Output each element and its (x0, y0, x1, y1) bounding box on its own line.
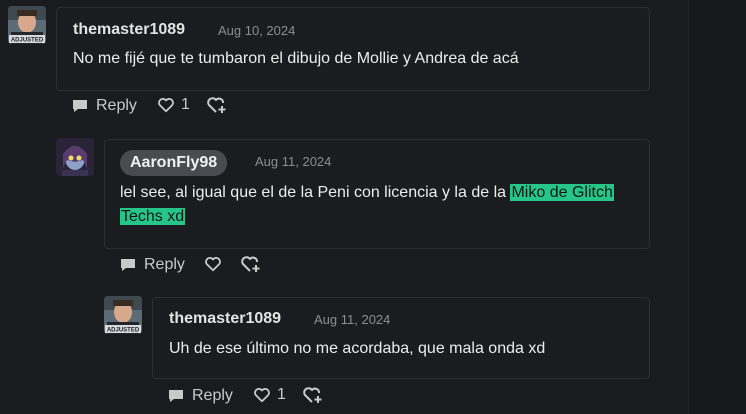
right-scroll-gutter (688, 0, 746, 414)
comment-text-part: lel see, al igual que el de la Peni con … (120, 184, 511, 201)
award-button[interactable] (241, 255, 261, 275)
reply-label: Reply (192, 387, 233, 404)
avatar[interactable] (56, 138, 94, 176)
username[interactable]: themaster1089 (73, 21, 185, 39)
comment-text: No me fijé que te tumbaron el dibujo de … (73, 50, 519, 67)
svg-text:ADJUSTED: ADJUSTED (107, 328, 140, 334)
timestamp[interactable]: Aug 10, 2024 (218, 23, 295, 38)
award-button[interactable] (207, 96, 227, 116)
timestamp[interactable]: Aug 11, 2024 (255, 154, 331, 169)
comment-text: Uh de ese último no me acordaba, que mal… (169, 340, 546, 357)
like-button[interactable]: 1 (157, 96, 190, 114)
heart-plus-icon (241, 256, 260, 272)
reply-label: Reply (144, 256, 185, 273)
reply-button[interactable]: Reply (70, 96, 137, 116)
like-count: 1 (181, 96, 190, 113)
heart-icon (205, 257, 221, 272)
comment-text: lel see, al igual que el de la Peni con … (120, 181, 640, 229)
like-button[interactable]: 1 (253, 386, 286, 404)
heart-icon (158, 98, 174, 113)
speech-bubble-icon (73, 100, 87, 112)
comment-card: themaster1089 Aug 11, 2024 Uh de ese últ… (152, 297, 650, 379)
comment-card: AaronFly98 Aug 11, 2024 lel see, al igua… (104, 139, 650, 249)
speech-bubble-icon (169, 390, 183, 402)
avatar[interactable]: ADJUSTED (8, 6, 46, 44)
like-button[interactable] (204, 255, 228, 273)
comment-card: themaster1089 Aug 10, 2024 No me fijé qu… (56, 7, 650, 91)
heart-plus-icon (303, 387, 322, 403)
reply-button[interactable]: Reply (166, 386, 233, 406)
speech-bubble-icon (121, 259, 135, 271)
avatar[interactable]: ADJUSTED (104, 296, 142, 334)
username[interactable]: AaronFly98 (120, 150, 228, 176)
highlighted-text: Techs xd (120, 208, 186, 225)
reply-label: Reply (96, 97, 137, 114)
heart-icon (254, 388, 270, 403)
timestamp[interactable]: Aug 11, 2024 (314, 312, 390, 327)
heart-plus-icon (207, 97, 226, 113)
reply-button[interactable]: Reply (118, 255, 185, 275)
highlighted-text: Miko de Glitch (510, 184, 614, 201)
svg-text:ADJUSTED: ADJUSTED (11, 38, 44, 44)
award-button[interactable] (303, 386, 323, 406)
like-count: 1 (277, 386, 286, 403)
username[interactable]: themaster1089 (169, 310, 281, 328)
